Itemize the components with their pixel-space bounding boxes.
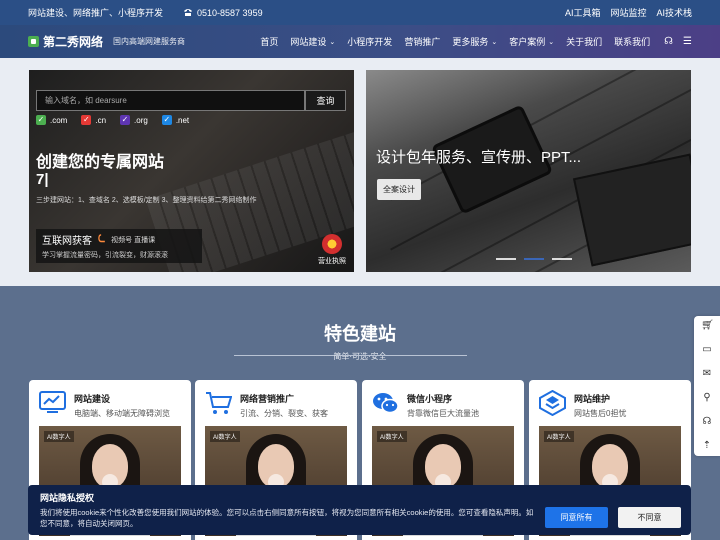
link-ai-toolbox[interactable]: AI工具箱 [565,6,601,19]
ai-avatar-tag: AI数字人 [210,431,240,442]
phone-icon [184,9,193,16]
card-title: 微信小程序 [407,394,453,404]
wechat-icon [372,389,399,416]
search-icon[interactable]: ⚲ [701,392,713,404]
side-toolbar: 🛒︎ ▭ ✉ ⚲ ☊ ⇡ [694,316,720,456]
phone-number: 0510-8587 3959 [197,7,263,18]
headset-icon[interactable]: ☊ [701,416,713,428]
tagline: 国内高端网建服务商 [113,37,186,46]
nav-item-marketing[interactable]: 营销推广 [404,35,440,48]
logo-mark-icon [28,36,39,47]
accept-all-button[interactable]: 同意所有 [545,507,608,528]
card-description: 网站售后0担忧 [574,409,627,418]
top-bar: 网站建设、网络推广、小程序开发 0510-8587 3959 AI工具箱 网站监… [0,0,720,25]
logo-text: 第二秀网络 [43,35,104,49]
chevron-down-icon: ⌄ [329,38,336,46]
nav-item-more-services[interactable]: 更多服务 ⌄ [452,35,497,48]
card-title: 网站建设 [74,394,111,404]
link-site-monitor[interactable]: 网站监控 [610,6,646,19]
hero-title: 创建您的专属网站 [36,154,165,171]
top-arrow-icon[interactable]: ⇡ [701,440,713,452]
tld-option-cn[interactable]: ✓ .cn [81,115,106,125]
carousel-dot-active[interactable] [524,258,544,260]
business-license[interactable]: 营业执照 [318,234,346,266]
ai-avatar-tag: AI数字人 [377,431,407,442]
cookie-text: 我们将使用cookie来个性化改善您使用我们网站的体验。您可以点击右侧同意所有按… [40,508,534,528]
laptop-photo [572,153,691,267]
carousel-dot[interactable] [496,258,516,260]
checkbox-checked-icon: ✓ [161,115,172,125]
ai-avatar-tag: AI数字人 [44,431,74,442]
mail-icon[interactable]: ✉ [701,368,713,380]
checkbox-checked-icon: ✓ [36,115,46,125]
tld-options: ✓ .com ✓ .cn ✓ .org ✓ .net [36,115,189,125]
license-label: 营业执照 [318,258,346,265]
card-description: 背靠微信巨大流量池 [407,409,479,418]
chevron-down-icon: ⌄ [491,38,498,46]
card-title: 网络营销推广 [240,394,295,404]
domain-search-button[interactable]: 查询 [305,90,346,111]
promo-title: 互联网获客 [42,236,92,247]
monitor-chart-icon [39,389,66,416]
promo-subtitle: 学习掌握流量密码，引流裂变，财源滚滚 [42,252,168,259]
menu-icon[interactable]: ☰ [683,36,692,47]
cookie-consent-banner: 网站隐私授权 我们将使用cookie来个性化改善您使用我们网站的体验。您可以点击… [28,485,691,535]
hero-domain-banner: 查询 ✓.com ✓.cn ✓.org ✓.net 创建您的专属网站 7| 三步… [29,70,354,272]
reject-button[interactable]: 不同意 [618,507,681,528]
card-description: 电脑端、移动端无障碍浏览 [74,409,170,418]
national-emblem-icon [322,234,342,254]
nav-item-cases[interactable]: 客户案例 ⌄ [509,35,554,48]
chevron-down-icon: ⌄ [548,38,555,46]
promo-box[interactable]: 互联网获客 ᘇ 视频号 直播课 学习掌握流量密码，引流裂变，财源滚滚 [36,229,202,263]
nav-item-miniprogram[interactable]: 小程序开发 [347,35,392,48]
features-subtitle: 简单·可选·安全 [333,352,387,361]
card-title: 网站维护 [574,394,611,404]
carousel-dot[interactable] [552,258,572,260]
typed-text: 7| [36,171,49,188]
ai-avatar-tag: AI数字人 [544,431,574,442]
carousel-dots [496,258,572,260]
main-nav: 第二秀网络 国内高端网建服务商 首页 网站建设 ⌄ 小程序开发 营销推广 更多服务… [0,25,720,58]
card-description: 引流、分销、裂变、获客 [240,409,328,418]
nav-item-about[interactable]: 关于我们 [566,35,602,48]
link-ai-stack[interactable]: AI技术栈 [656,6,692,19]
cart-icon [205,389,232,416]
design-banner-title: 设计包年服务、宣传册、PPT... [376,149,582,166]
full-design-button[interactable]: 全案设计 [377,179,421,200]
features-title: 特色建站 [324,324,396,344]
tld-option-net[interactable]: ✓ .net [161,115,189,125]
divider [337,355,467,356]
headset-icon[interactable]: ☊ [664,36,673,47]
domain-search: 查询 [36,90,346,111]
layers-icon [539,389,566,416]
phone-info: 0510-8587 3959 [183,8,263,18]
checkbox-checked-icon: ✓ [81,115,92,125]
services-text: 网站建设、网络推广、小程序开发 [28,8,164,18]
hero-design-banner: 设计包年服务、宣传册、PPT... 全案设计 [366,70,691,272]
nav-item-web-build[interactable]: 网站建设 ⌄ [290,35,335,48]
checkbox-checked-icon: ✓ [120,115,131,125]
cart-icon[interactable]: 🛒︎ [701,320,714,332]
ticket-icon[interactable]: ▭ [701,344,713,356]
cookie-title: 网站隐私授权 [40,493,95,503]
tld-option-org[interactable]: ✓ .org [120,115,148,125]
nav-menu: 首页 网站建设 ⌄ 小程序开发 营销推广 更多服务 ⌄ 客户案例 ⌄ 关于我们 联系我… [260,35,650,48]
logo[interactable]: 第二秀网络 [28,33,103,50]
nav-item-home[interactable]: 首页 [260,35,278,48]
video-channel-icon: ᘇ [98,234,106,245]
promo-tag: 视频号 直播课 [111,236,156,244]
hero-steps: 三步建网站：1、查域名 2、选模板/定制 3、整理资料给第二秀网络制作 [36,197,257,204]
tld-option-com[interactable]: ✓ .com [36,115,67,125]
domain-search-input[interactable] [36,90,305,111]
nav-item-contact[interactable]: 联系我们 [614,35,650,48]
